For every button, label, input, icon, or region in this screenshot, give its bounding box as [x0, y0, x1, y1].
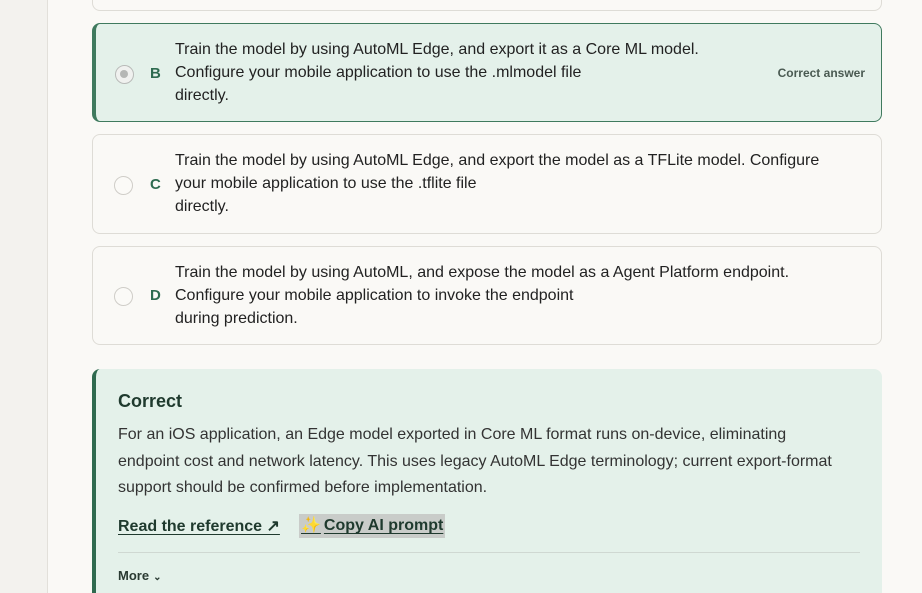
copy-ai-prompt-label: Copy AI prompt	[323, 517, 444, 534]
option-b-text: Train the model by using AutoML Edge, an…	[175, 38, 699, 107]
read-reference-link[interactable]: Read the reference ↗	[118, 516, 280, 536]
explanation-line-3: support should be confirmed before imple…	[118, 479, 488, 496]
option-d-line-3: during prediction.	[175, 310, 298, 327]
explanation-panel: Correct For an iOS application, an Edge …	[92, 369, 882, 593]
option-b-line-2: Configure your mobile application to use…	[175, 64, 582, 81]
copy-ai-prompt-button[interactable]: ✨ Copy AI prompt	[299, 514, 446, 538]
option-card-c[interactable]: C Train the model by using AutoML Edge, …	[92, 134, 882, 234]
correct-answer-label: Correct answer	[777, 66, 865, 80]
sparkles-icon: ✨	[301, 517, 321, 534]
option-c-text: Train the model by using AutoML Edge, an…	[175, 149, 819, 218]
option-d-letter: D	[150, 287, 161, 304]
option-b-line-3: directly.	[175, 87, 229, 104]
option-c-letter: C	[150, 176, 161, 193]
question-content: B Train the model by using AutoML Edge, …	[48, 0, 922, 593]
chevron-down-icon: ⌄	[153, 572, 162, 583]
option-card-b[interactable]: B Train the model by using AutoML Edge, …	[92, 23, 882, 122]
option-c-line-1: Train the model by using AutoML Edge, an…	[175, 152, 820, 169]
option-b-letter: B	[150, 65, 161, 82]
option-c-line-2: your mobile application to use the .tfli…	[175, 175, 477, 192]
option-b-radio[interactable]	[115, 65, 134, 84]
option-d-radio[interactable]	[114, 287, 133, 306]
option-c-radio[interactable]	[114, 176, 133, 195]
divider	[118, 552, 860, 553]
explanation-body: For an iOS application, an Edge model ex…	[118, 422, 863, 502]
more-label: More	[118, 568, 150, 583]
option-d-text: Train the model by using AutoML, and exp…	[175, 261, 789, 330]
explanation-title: Correct	[118, 391, 183, 411]
option-card-d[interactable]: D Train the model by using AutoML, and e…	[92, 246, 882, 345]
explanation-line-1: For an iOS application, an Edge model ex…	[118, 426, 787, 443]
option-d-line-2: Configure your mobile application to inv…	[175, 287, 574, 304]
explanation-line-2: endpoint cost and network latency. This …	[118, 452, 832, 470]
left-sidebar	[0, 0, 48, 593]
option-c-line-3: directly.	[175, 198, 229, 215]
option-d-line-1: Train the model by using AutoML, and exp…	[175, 264, 790, 281]
option-card-a-partial[interactable]	[92, 0, 882, 11]
option-b-line-1: Train the model by using AutoML Edge, an…	[175, 41, 699, 58]
more-toggle[interactable]: More ⌄	[118, 568, 161, 583]
